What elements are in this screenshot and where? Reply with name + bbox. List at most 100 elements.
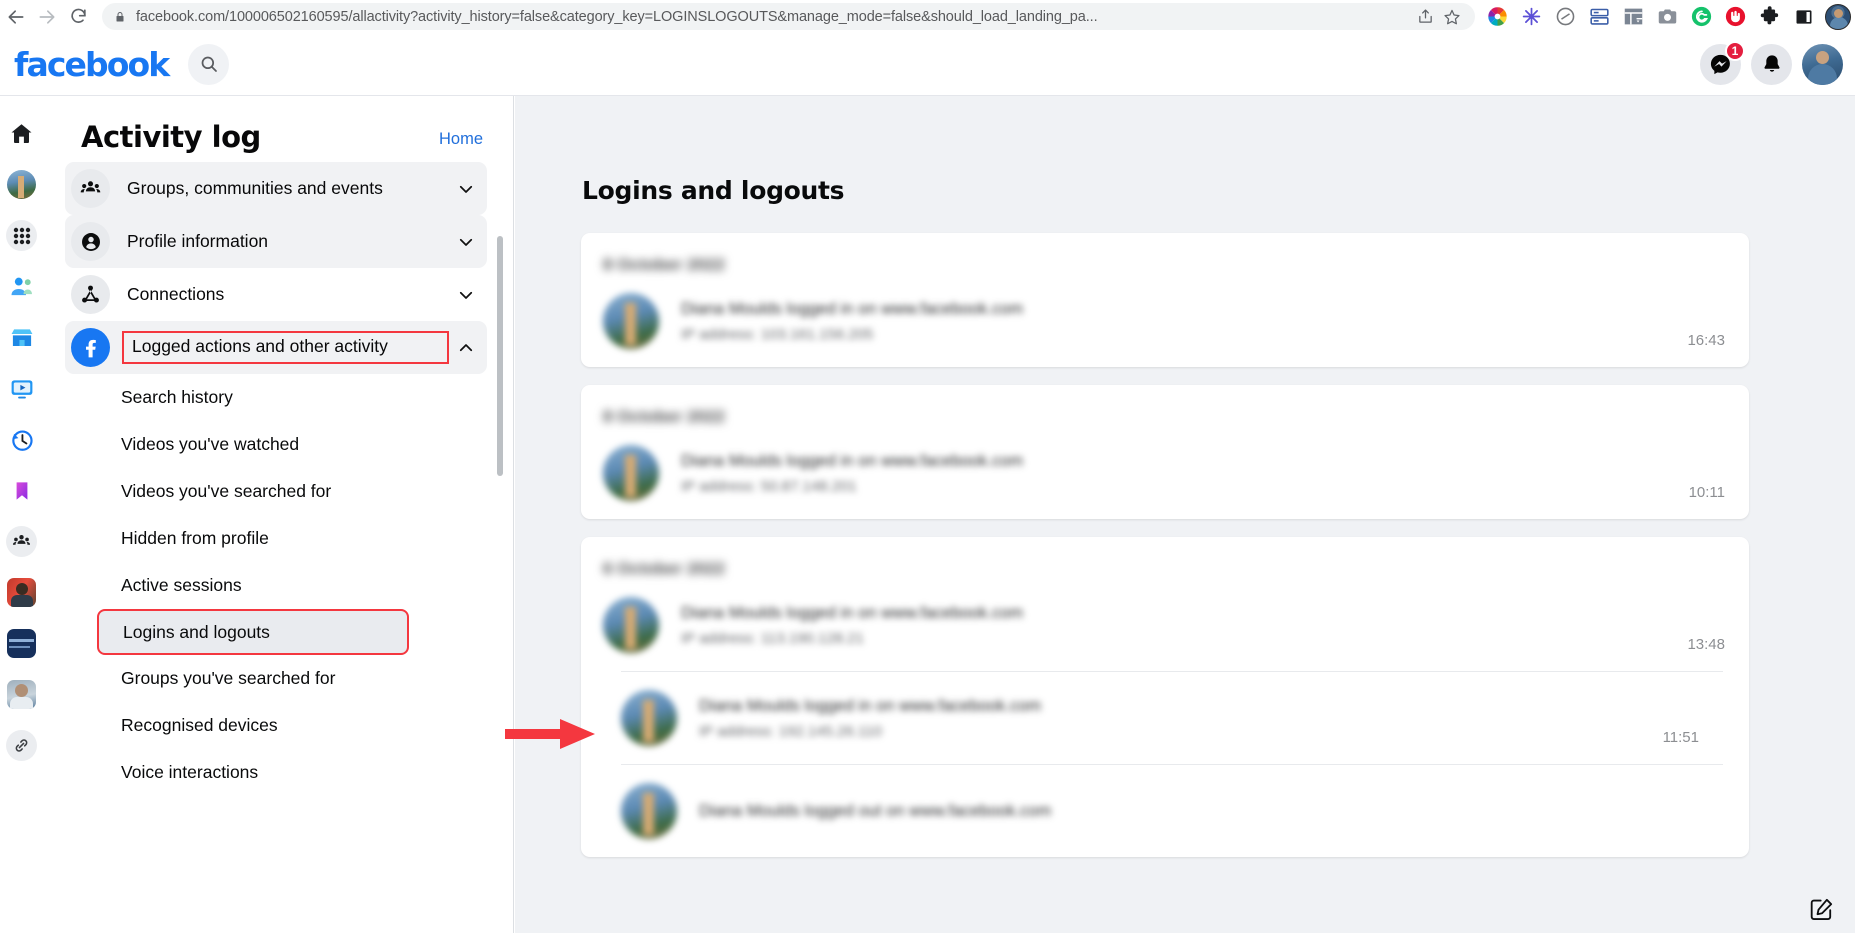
chevron-down-icon[interactable] bbox=[453, 286, 479, 304]
server-list-extension-icon[interactable] bbox=[1583, 2, 1617, 32]
page-title: Activity log bbox=[81, 120, 261, 154]
asterisk-extension-icon[interactable] bbox=[1515, 2, 1549, 32]
sidebar-subitem-recognised-devices[interactable]: Recognised devices bbox=[65, 702, 487, 749]
list-item[interactable]: Diana Moulds logged out on www.facebook.… bbox=[621, 764, 1723, 857]
sidebar-subitem-voice-interactions[interactable]: Voice interactions bbox=[65, 749, 487, 796]
search-icon[interactable] bbox=[188, 43, 230, 85]
list-item[interactable]: Diana Moulds logged in on www.facebook.c… bbox=[581, 579, 1749, 671]
sidebar-subitem-active-sessions[interactable]: Active sessions bbox=[65, 562, 487, 609]
logins-logouts-list: 8 October 2022 Diana Moulds logged in on… bbox=[581, 233, 1749, 857]
connections-network-icon bbox=[71, 275, 110, 314]
home-link[interactable]: Home bbox=[439, 130, 483, 149]
entry-detail: IP address: 113.190.128.21 bbox=[681, 629, 864, 647]
facebook-header: facebook 1 bbox=[0, 33, 1855, 96]
entry-text: Diana Moulds logged in on www.facebook.c… bbox=[699, 697, 1633, 740]
entry-action: Diana Moulds logged in on www.facebook.c… bbox=[681, 603, 1024, 622]
entry-timestamp: 16:43 bbox=[1687, 332, 1725, 349]
sidebar-item-profile-information[interactable]: Profile information bbox=[65, 215, 487, 268]
friends-icon[interactable] bbox=[6, 271, 37, 302]
sidebar-item-label: Connections bbox=[127, 283, 225, 304]
entry-timestamp: 13:48 bbox=[1687, 636, 1725, 653]
activity-card: 8 October 2022 Diana Moulds logged in on… bbox=[581, 385, 1749, 519]
sidebar-subitem-videos-youve-watched[interactable]: Videos you've watched bbox=[65, 421, 487, 468]
chevron-down-icon[interactable] bbox=[453, 180, 479, 198]
color-wheel-extension-icon[interactable] bbox=[1481, 2, 1515, 32]
menu-grid-icon[interactable] bbox=[6, 220, 37, 251]
main-content: Logins and logouts 8 October 2022 Diana … bbox=[515, 96, 1855, 933]
entry-action: Diana Moulds logged in on www.facebook.c… bbox=[699, 696, 1042, 715]
sidebar-subitem-hidden-from-profile[interactable]: Hidden from profile bbox=[65, 515, 487, 562]
avatar bbox=[621, 783, 677, 839]
sidebar-item-groups-communities-events[interactable]: Groups, communities and events bbox=[65, 162, 487, 215]
sidebar-panel-icon[interactable] bbox=[1787, 2, 1821, 32]
groups-icon[interactable] bbox=[6, 526, 37, 557]
avatar bbox=[603, 293, 659, 349]
lock-icon bbox=[112, 10, 128, 24]
entry-detail: IP address: 192.145.26.110 bbox=[699, 722, 882, 740]
sidebar-item-connections[interactable]: Connections bbox=[65, 268, 487, 321]
browser-extensions-strip bbox=[1481, 2, 1855, 32]
sidebar-subitem-label: Recognised devices bbox=[121, 715, 278, 735]
star-icon[interactable] bbox=[1439, 6, 1465, 28]
entry-action: Diana Moulds logged in on www.facebook.c… bbox=[681, 299, 1024, 318]
table-extension-icon[interactable] bbox=[1617, 2, 1651, 32]
home-icon[interactable] bbox=[6, 118, 37, 149]
sidebar-item-logged-actions-and-other-activity[interactable]: Logged actions and other activity bbox=[65, 321, 487, 374]
browser-toolbar: facebook.com/100006502160595/allactivity… bbox=[0, 0, 1855, 33]
sidebar-subitem-videos-youve-searched-for[interactable]: Videos you've searched for bbox=[65, 468, 487, 515]
share-icon[interactable] bbox=[1413, 6, 1439, 28]
sidebar-subitem-label: Search history bbox=[121, 387, 233, 407]
url-text: facebook.com/100006502160595/allactivity… bbox=[135, 8, 1098, 25]
shortcut-page-navy-banner[interactable] bbox=[6, 628, 37, 659]
grammarly-extension-icon[interactable] bbox=[1685, 2, 1719, 32]
messenger-badge: 1 bbox=[1725, 40, 1745, 61]
facebook-f-icon bbox=[71, 328, 110, 367]
entry-timestamp: 11:51 bbox=[1662, 729, 1699, 746]
slash-circle-extension-icon[interactable] bbox=[1549, 2, 1583, 32]
activity-card: 8 October 2022 Diana Moulds logged in on… bbox=[581, 233, 1749, 367]
sidebar-subitem-search-history[interactable]: Search history bbox=[65, 374, 487, 421]
sidebar-subitem-groups-youve-searched-for[interactable]: Groups you've searched for bbox=[65, 655, 487, 702]
list-item[interactable]: Diana Moulds logged in on www.facebook.c… bbox=[581, 427, 1749, 519]
entry-text: Diana Moulds logged in on www.facebook.c… bbox=[681, 604, 1657, 647]
sidebar-menu: Groups, communities and events Profile i… bbox=[43, 152, 513, 796]
sidebar-subitem-label: Videos you've watched bbox=[121, 434, 300, 454]
link-chain-icon[interactable] bbox=[6, 730, 37, 761]
saved-bookmark-icon[interactable] bbox=[6, 475, 37, 506]
profile-avatar[interactable] bbox=[6, 169, 37, 200]
reload-icon[interactable] bbox=[63, 2, 94, 32]
new-message-icon[interactable] bbox=[1799, 891, 1843, 929]
forward-arrow-icon[interactable] bbox=[31, 2, 62, 32]
sidebar-subitem-logins-and-logouts[interactable]: Logins and logouts bbox=[97, 609, 409, 655]
chevron-up-icon[interactable] bbox=[453, 339, 479, 357]
memories-clock-icon[interactable] bbox=[6, 424, 37, 455]
adblock-extension-icon[interactable] bbox=[1719, 2, 1753, 32]
puzzle-extensions-icon[interactable] bbox=[1753, 2, 1787, 32]
entry-text: Diana Moulds logged in on www.facebook.c… bbox=[681, 300, 1657, 343]
sidebar-scrollbar[interactable] bbox=[497, 236, 503, 476]
marketplace-icon[interactable] bbox=[6, 322, 37, 353]
back-arrow-icon[interactable] bbox=[0, 2, 31, 32]
annotation-arrow bbox=[505, 719, 595, 749]
list-item[interactable]: Diana Moulds logged in on www.facebook.c… bbox=[621, 671, 1723, 764]
browser-profile-avatar[interactable] bbox=[1821, 2, 1855, 32]
list-item[interactable]: Diana Moulds logged in on www.facebook.c… bbox=[581, 275, 1749, 367]
account-avatar[interactable] bbox=[1802, 43, 1843, 85]
bell-icon[interactable] bbox=[1751, 43, 1792, 85]
content-heading: Logins and logouts bbox=[582, 176, 845, 205]
card-date: 8 October 2022 bbox=[603, 255, 725, 274]
shortcut-page-elder-man[interactable] bbox=[6, 679, 37, 710]
entry-text: Diana Moulds logged in on www.facebook.c… bbox=[681, 452, 1659, 495]
sidebar-subitem-label: Hidden from profile bbox=[121, 528, 269, 548]
sidebar-subitem-label: Logins and logouts bbox=[123, 621, 270, 642]
camera-extension-icon[interactable] bbox=[1651, 2, 1685, 32]
address-bar[interactable]: facebook.com/100006502160595/allactivity… bbox=[101, 3, 1475, 30]
chevron-down-icon[interactable] bbox=[453, 233, 479, 251]
watch-video-icon[interactable] bbox=[6, 373, 37, 404]
facebook-logo[interactable]: facebook bbox=[14, 45, 170, 84]
shortcut-page-man-red[interactable] bbox=[6, 577, 37, 608]
entry-detail: IP address: 50.87.148.201 bbox=[681, 477, 857, 495]
entry-action: Diana Moulds logged out on www.facebook.… bbox=[699, 801, 1052, 820]
sidebar-item-label: Logged actions and other activity bbox=[122, 331, 449, 364]
messenger-icon[interactable]: 1 bbox=[1700, 40, 1745, 85]
